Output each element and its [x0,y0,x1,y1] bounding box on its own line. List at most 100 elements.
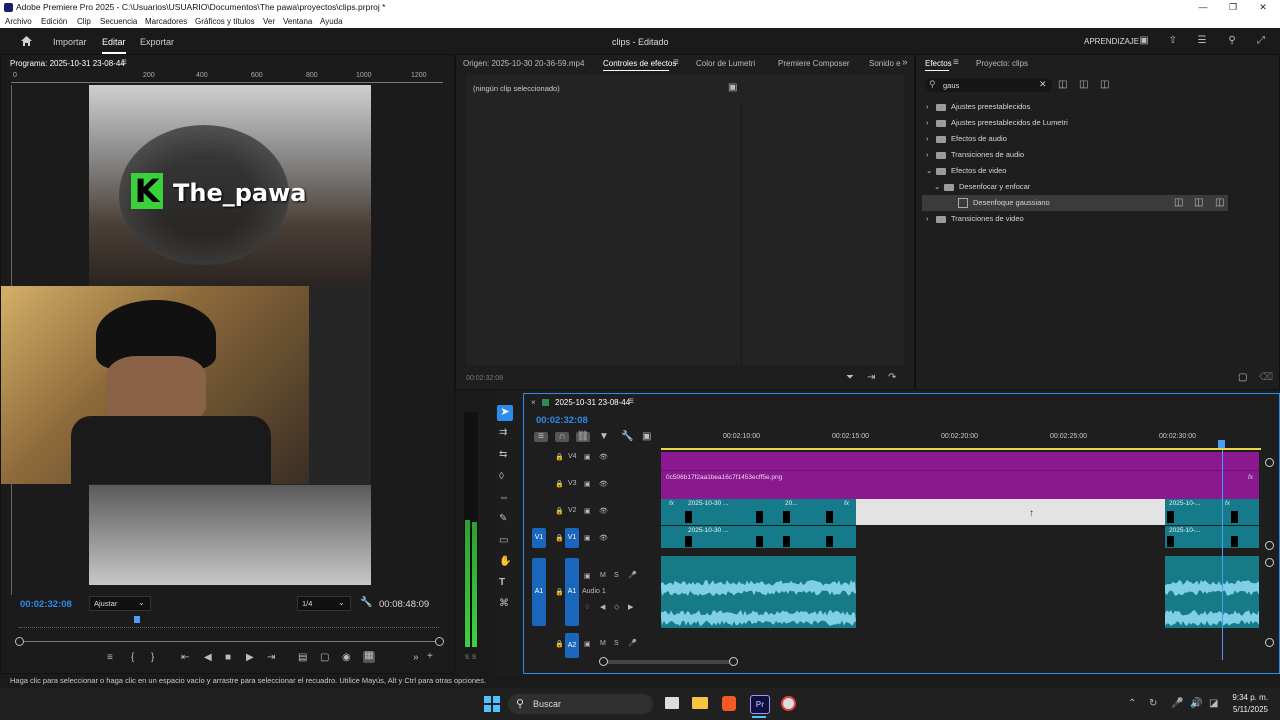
hand-tool-icon[interactable]: ✋ [499,557,511,567]
lock-icon[interactable]: 🔒 [555,453,564,461]
h-scroll-handle-right[interactable] [729,657,738,666]
microphone-tray-icon[interactable]: 🎤 [1171,699,1183,709]
timeline-settings-icon[interactable]: 🔧 [621,432,633,442]
accelerated-effects-icon[interactable]: ◫ [1058,80,1067,90]
timeline-playhead-handle[interactable] [1218,440,1225,448]
tab-sound[interactable]: Sonido e [869,59,901,68]
clip-v3[interactable]: 0c506b17f2aa1bea16c7f1453ecff5e.png fx [661,470,1259,500]
h-scroll-handle-left[interactable] [599,657,608,666]
new-folder-icon[interactable]: ▢ [1238,373,1247,383]
taskbar-search[interactable]: ⚲ Buscar [508,694,653,714]
mute-button[interactable]: M [600,640,606,647]
eye-icon[interactable]: 👁 [599,480,608,488]
clip-a1-segment[interactable] [661,556,856,628]
effects-search-input[interactable]: ⚲ gaus ✕ [925,78,1052,92]
home-icon[interactable] [20,35,33,47]
scroll-handle-left[interactable] [15,637,24,646]
scroll-track[interactable] [19,641,439,642]
track-v4-label[interactable]: V4 [568,453,577,460]
clip-v1-segment-right[interactable]: 2025-10-... [1165,526,1259,548]
eye-icon[interactable]: 👁 [599,534,608,542]
track-a1-label[interactable]: A1 [565,558,579,626]
restore-button[interactable]: ❐ [1218,0,1248,15]
lock-icon[interactable]: 🔒 [555,480,564,488]
clear-search-icon[interactable]: ✕ [1039,79,1047,90]
panel-menu-icon[interactable]: ≡ [121,58,127,68]
tree-item-blur-sharpen[interactable]: ⌄ Desenfocar y enfocar [934,179,1030,195]
microphone-icon[interactable]: 🎤 [628,639,637,647]
prev-keyframe-icon[interactable]: ◀ [600,603,605,611]
sync-tray-icon[interactable]: ↻ [1149,699,1157,709]
yuv-effects-icon[interactable]: ◫ [1100,80,1109,90]
panel-menu-icon[interactable]: ≡ [628,397,634,407]
clip-v2-segment[interactable]: 2025-10-30 ... 20... fx fx [661,499,856,525]
tab-premiere-composer[interactable]: Premiere Composer [778,59,850,68]
mini-playhead[interactable] [133,616,140,623]
trash-icon[interactable]: ⌫ [1259,373,1273,383]
insert-nest-icon[interactable]: ≡ [534,432,548,442]
mark-out-icon[interactable]: } [151,653,154,663]
step-forward-icon[interactable]: ▶ [246,653,254,663]
export-icon[interactable]: ↷ [888,373,896,383]
sync-icon[interactable]: ▣ [584,640,591,648]
tab-exportar[interactable]: Exportar [140,37,174,47]
step-back-icon[interactable]: ◀ [204,653,212,663]
fullscreen-icon[interactable]: ⤢ [1255,36,1267,46]
menu-archivo[interactable]: Archivo [5,17,32,26]
clock-date[interactable]: 5/11/2025 [1226,705,1268,714]
more-icon[interactable]: » [413,653,419,663]
slip-tool-icon[interactable]: ⇔ [499,493,509,503]
resolution-dropdown[interactable]: 1/4 ⌄ [297,596,351,611]
tree-item-audio-transitions[interactable]: › Transiciones de audio [926,147,1024,163]
close-window-button[interactable]: ✕ [1248,0,1278,15]
program-monitor-title[interactable]: Programa: 2025-10-31 23-08-44 [10,59,125,68]
track-select-tool-icon[interactable]: ⇉ [499,428,507,438]
learning-button[interactable]: APRENDIZAJE [1084,37,1139,46]
go-to-in-icon[interactable]: ⇤ [181,653,189,663]
32bit-effects-icon[interactable]: ◫ [1079,80,1088,90]
menu-marcadores[interactable]: Marcadores [145,17,187,26]
pen-tool-icon[interactable]: ✎ [499,514,507,524]
clip-v2-segment-right[interactable]: 2025-10-... fx [1165,499,1259,525]
tree-item-video-effects[interactable]: ⌄ Efectos de video [926,163,1006,179]
volume-icon[interactable]: 🔊 [1190,699,1202,709]
lock-icon[interactable]: 🔒 [555,534,564,542]
menu-ver[interactable]: Ver [263,17,275,26]
clip-v1-segment[interactable]: 2025-10-30 ... [661,526,856,548]
tab-editar[interactable]: Editar [102,37,126,47]
add-marker-icon[interactable]: ▼ [599,432,609,442]
h-scroll-bar[interactable] [604,660,734,664]
track-v1-label[interactable]: V1 [565,528,579,548]
keyframe-icon[interactable]: ♢ [584,603,590,611]
track-v2-label[interactable]: V2 [568,507,577,514]
tab-source[interactable]: Origen: 2025-10-30 20-36-59.mp4 [463,59,584,68]
eye-icon[interactable]: 👁 [599,507,608,515]
linked-selection-icon[interactable]: ⛓ [576,432,590,442]
sync-icon[interactable]: ▣ [584,534,591,542]
layout-icon[interactable]: ▣ [1138,36,1150,46]
sync-icon[interactable]: ▣ [584,480,591,488]
menu-ventana[interactable]: Ventana [283,17,312,26]
tab-project[interactable]: Proyecto: clips [976,59,1028,68]
file-explorer-icon[interactable] [692,697,708,709]
captions-icon[interactable]: ▣ [642,432,651,442]
close-sequence-icon[interactable]: × [531,398,536,407]
eye-icon[interactable]: 👁 [599,453,608,461]
go-to-out-icon[interactable]: ⇥ [267,653,275,663]
chevron-up-icon[interactable]: ⌃ [1128,699,1136,709]
menu-secuencia[interactable]: Secuencia [100,17,137,26]
timeline-ruler[interactable]: 00:02:10:00 00:02:15:00 00:02:20:00 00:0… [661,430,1261,451]
selection-tool-icon[interactable]: ➤ [497,405,513,421]
wrench-icon[interactable]: 🔧 [360,598,372,608]
lock-icon[interactable]: 🔒 [555,507,564,515]
stop-icon[interactable]: ■ [225,653,231,663]
clip-v4[interactable] [661,452,1259,470]
more-tabs-icon[interactable]: » [902,58,908,68]
marker-icon[interactable]: ≡ [107,653,113,663]
razor-tool-icon[interactable]: ◊ [499,472,504,482]
menu-clip[interactable]: Clip [77,17,91,26]
network-icon[interactable]: ◪ [1209,699,1218,709]
play-audio-icon[interactable]: ⇥ [867,373,875,383]
menu-ayuda[interactable]: Ayuda [320,17,343,26]
rectangle-tool-icon[interactable]: ▭ [499,536,508,546]
